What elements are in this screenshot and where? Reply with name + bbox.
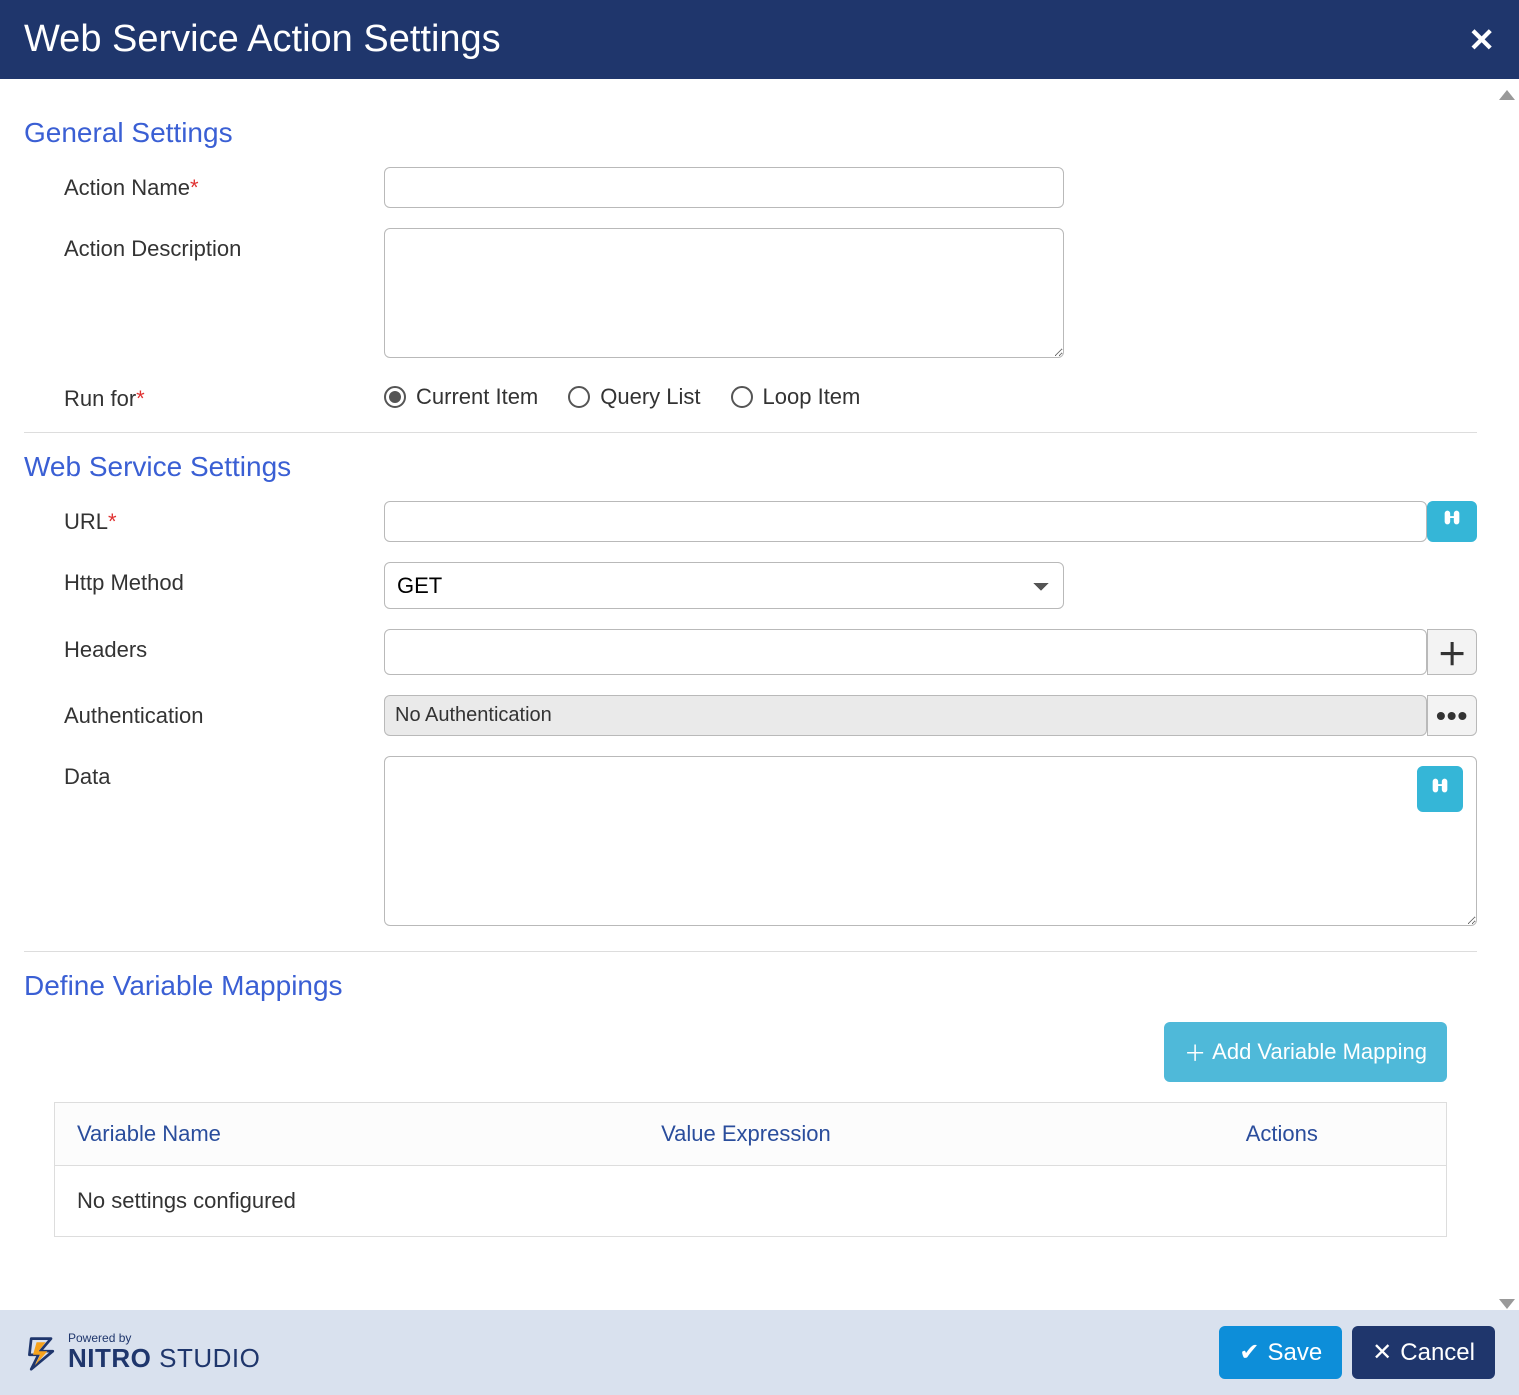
data-lookup-button[interactable] bbox=[1417, 766, 1463, 812]
action-description-input[interactable] bbox=[384, 228, 1064, 358]
radio-icon bbox=[568, 386, 590, 408]
section-webservice-heading: Web Service Settings bbox=[24, 451, 1477, 483]
save-button[interactable]: ✔ Save bbox=[1219, 1326, 1342, 1379]
divider bbox=[24, 432, 1477, 433]
label-run-for: Run for* bbox=[64, 378, 384, 412]
action-name-input[interactable] bbox=[384, 167, 1064, 208]
section-mappings-heading: Define Variable Mappings bbox=[24, 970, 1477, 1002]
label-headers: Headers bbox=[64, 629, 384, 663]
label-http-method: Http Method bbox=[64, 562, 384, 596]
url-input[interactable] bbox=[384, 501, 1427, 542]
url-lookup-button[interactable] bbox=[1427, 501, 1477, 542]
ellipsis-icon: ••• bbox=[1436, 700, 1468, 732]
mappings-table: Variable Name Value Expression Actions N… bbox=[54, 1102, 1447, 1237]
scroll-down-icon[interactable] bbox=[1499, 1299, 1515, 1309]
col-actions: Actions bbox=[1224, 1103, 1447, 1166]
headers-input[interactable] bbox=[384, 629, 1427, 675]
dialog-footer: Powered by NITRO STUDIO ✔ Save ✕ Cancel bbox=[0, 1310, 1519, 1395]
empty-state-text: No settings configured bbox=[55, 1166, 1447, 1237]
col-value-expression: Value Expression bbox=[639, 1103, 1224, 1166]
dialog-title: Web Service Action Settings bbox=[24, 18, 501, 61]
label-action-description: Action Description bbox=[64, 228, 384, 262]
label-data: Data bbox=[64, 756, 384, 790]
col-variable-name: Variable Name bbox=[55, 1103, 640, 1166]
binoculars-icon bbox=[1441, 507, 1463, 536]
brand-icon bbox=[24, 1335, 60, 1371]
dialog-body: General Settings Action Name* Action Des… bbox=[0, 79, 1519, 1310]
radio-icon bbox=[731, 386, 753, 408]
cancel-button[interactable]: ✕ Cancel bbox=[1352, 1326, 1495, 1379]
table-row: No settings configured bbox=[55, 1166, 1447, 1237]
dialog-header: Web Service Action Settings ✕ bbox=[0, 0, 1519, 79]
radio-query-list[interactable]: Query List bbox=[568, 384, 700, 410]
data-input[interactable] bbox=[384, 756, 1477, 926]
radio-current-item[interactable]: Current Item bbox=[384, 384, 538, 410]
plus-icon: ＋ bbox=[1184, 1036, 1206, 1068]
authentication-input[interactable] bbox=[384, 695, 1427, 736]
brand-name-light: STUDIO bbox=[159, 1343, 260, 1373]
binoculars-icon bbox=[1429, 775, 1451, 804]
radio-loop-item[interactable]: Loop Item bbox=[731, 384, 861, 410]
brand-logo: Powered by NITRO STUDIO bbox=[24, 1331, 260, 1374]
http-method-select[interactable]: GET bbox=[384, 562, 1064, 609]
check-icon: ✔ bbox=[1239, 1338, 1259, 1367]
radio-icon bbox=[384, 386, 406, 408]
plus-icon: ＋ bbox=[1437, 630, 1467, 674]
divider bbox=[24, 951, 1477, 952]
label-url: URL* bbox=[64, 501, 384, 535]
brand-name-bold: NITRO bbox=[68, 1343, 151, 1373]
add-variable-mapping-button[interactable]: ＋ Add Variable Mapping bbox=[1164, 1022, 1447, 1082]
add-header-button[interactable]: ＋ bbox=[1427, 629, 1477, 675]
section-general-heading: General Settings bbox=[24, 117, 1477, 149]
label-authentication: Authentication bbox=[64, 695, 384, 729]
scroll-up-icon[interactable] bbox=[1499, 90, 1515, 100]
close-icon: ✕ bbox=[1372, 1338, 1392, 1367]
close-icon[interactable]: ✕ bbox=[1468, 24, 1495, 56]
label-action-name: Action Name* bbox=[64, 167, 384, 201]
authentication-config-button[interactable]: ••• bbox=[1427, 695, 1477, 736]
